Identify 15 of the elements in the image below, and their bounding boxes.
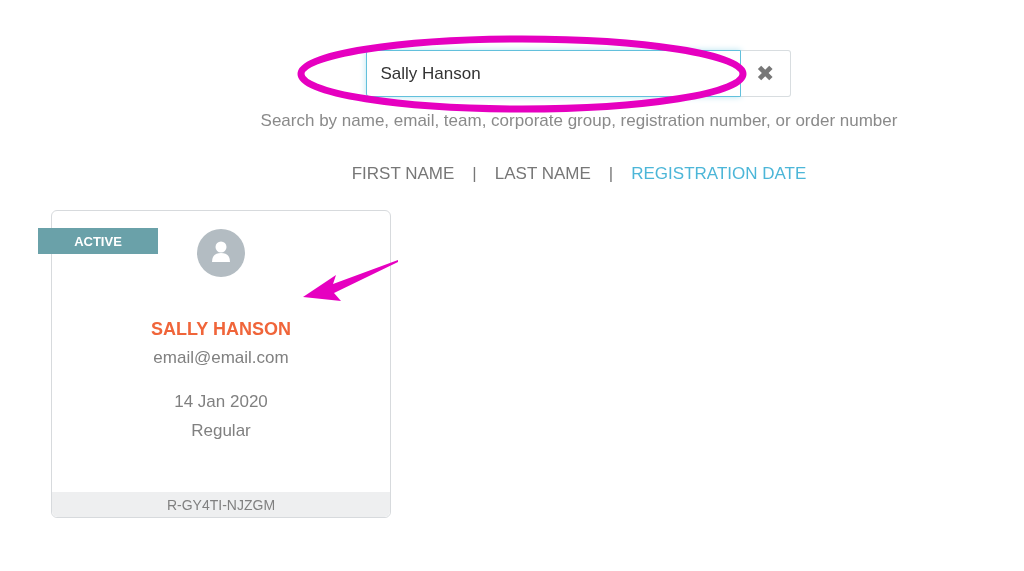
status-badge: ACTIVE	[38, 228, 158, 254]
registration-date: 14 Jan 2020	[174, 392, 268, 412]
sort-option[interactable]: FIRST NAME	[351, 164, 455, 184]
registration-code: R-GY4TI-NJZGM	[52, 492, 390, 517]
separator: |	[608, 164, 614, 184]
member-type: Regular	[191, 421, 251, 441]
search-hint: Search by name, email, team, corporate group, registration number, or order number	[260, 111, 898, 131]
sort-option[interactable]: LAST NAME	[494, 164, 591, 184]
search-field[interactable]: Sally Hanson	[365, 50, 741, 97]
member-name: SALLY HANSON	[151, 319, 291, 340]
sort-option[interactable]: REGISTRATION DATE	[631, 164, 807, 184]
member-email: email@email.com	[153, 348, 289, 368]
separator: |	[472, 164, 477, 184]
avatar-icon	[197, 229, 245, 277]
clear-button[interactable]: ✖	[740, 50, 791, 97]
